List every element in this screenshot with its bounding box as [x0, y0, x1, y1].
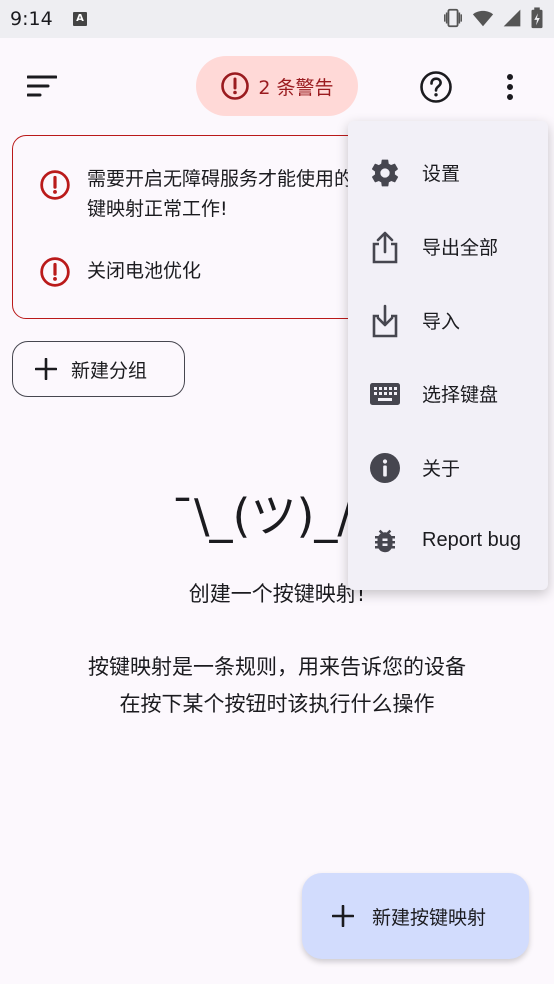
menu-item-about[interactable]: 关于 — [348, 431, 548, 504]
shrug-emoticon: ¯\_(ツ)_/¯ — [171, 489, 376, 543]
more-options-button[interactable] — [490, 65, 530, 109]
warning-accessibility[interactable]: 需要开启无障碍服务才能使用的按键映射正常工作! — [39, 164, 387, 224]
status-bar: 9:14 A — [0, 0, 554, 38]
export-icon — [368, 230, 402, 264]
bug-icon — [368, 524, 402, 558]
wifi-icon — [472, 10, 494, 27]
menu-item-export-all[interactable]: 导出全部 — [348, 210, 548, 283]
fab-label: 新建按键映射 — [372, 906, 487, 929]
menu-item-settings[interactable]: 设置 — [348, 136, 548, 209]
menu-item-label: Report bug — [422, 529, 521, 551]
help-button[interactable] — [414, 65, 458, 109]
menu-item-report-bug[interactable]: Report bug — [348, 504, 548, 577]
top-app-bar: 2 条警告 — [0, 38, 554, 134]
info-icon — [368, 451, 402, 485]
overflow-menu: 设置 导出全部 导入 选择键盘 关于 Report bug — [348, 121, 548, 590]
help-icon — [420, 71, 452, 103]
notification-a-icon: A — [73, 12, 87, 26]
sort-button[interactable] — [20, 64, 64, 108]
menu-item-label: 导入 — [422, 311, 461, 333]
sort-icon — [27, 75, 57, 97]
error-icon — [40, 257, 70, 287]
warning-text: 需要开启无障碍服务才能使用的按键映射正常工作! — [87, 168, 373, 220]
menu-item-label: 导出全部 — [422, 237, 499, 259]
warnings-chip[interactable]: 2 条警告 — [196, 56, 358, 116]
import-icon — [368, 304, 402, 338]
battery-icon — [531, 7, 543, 29]
keyboard-icon — [368, 377, 402, 411]
vibrate-icon — [444, 8, 462, 28]
menu-item-choose-keyboard[interactable]: 选择键盘 — [348, 357, 548, 430]
menu-item-label: 选择键盘 — [422, 384, 499, 406]
empty-state-description: 按键映射是一条规则，用来告诉您的设备在按下某个按钮时该执行什么操作 — [88, 655, 466, 716]
error-icon — [221, 72, 250, 100]
new-group-label: 新建分组 — [71, 359, 148, 382]
warnings-chip-label: 2 条警告 — [258, 76, 334, 99]
plus-icon — [332, 905, 354, 927]
more-vert-icon — [507, 74, 513, 100]
warning-text: 关闭电池优化 — [87, 260, 202, 282]
menu-item-label: 关于 — [422, 458, 461, 480]
gear-icon — [368, 156, 402, 190]
status-icons — [442, 7, 544, 29]
menu-item-label: 设置 — [422, 163, 461, 185]
new-group-button[interactable]: 新建分组 — [12, 341, 185, 397]
menu-item-import[interactable]: 导入 — [348, 284, 548, 357]
plus-icon — [35, 358, 57, 380]
status-time: 9:14 — [10, 8, 53, 30]
warning-battery[interactable]: 关闭电池优化 — [39, 256, 387, 288]
new-keymap-fab[interactable]: 新建按键映射 — [302, 873, 529, 959]
error-icon — [40, 170, 70, 200]
signal-icon — [503, 9, 521, 27]
